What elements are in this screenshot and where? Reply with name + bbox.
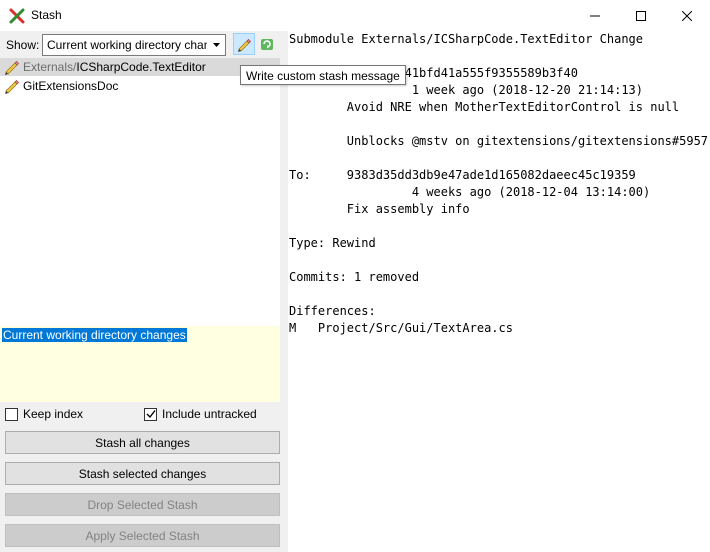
git-extensions-icon — [9, 8, 25, 24]
modified-pencil-icon — [5, 60, 20, 75]
diff-line: Avoid NRE when MotherTextEditorControl i… — [289, 100, 680, 114]
show-select[interactable]: Current working directory changes — [42, 34, 226, 56]
diff-viewer[interactable]: Submodule Externals/ICSharpCode.TextEdit… — [288, 31, 710, 552]
include-untracked-label: Include untracked — [162, 407, 257, 421]
diff-line: Differences: — [289, 304, 376, 318]
close-button[interactable] — [664, 0, 710, 31]
stash-left-panel: Show: Current working directory changes … — [0, 31, 284, 552]
keep-index-checkbox[interactable] — [5, 407, 18, 421]
splitter[interactable] — [280, 31, 288, 552]
modified-pencil-icon — [5, 79, 20, 94]
drop-selected-stash-button[interactable]: Drop Selected Stash — [5, 493, 280, 516]
diff-line: Type: Rewind — [289, 236, 376, 250]
refresh-button[interactable] — [256, 33, 278, 55]
minimize-button[interactable] — [572, 0, 618, 31]
maximize-icon — [636, 10, 646, 21]
title-bar: Stash — [0, 0, 710, 31]
refresh-icon — [261, 39, 273, 50]
file-name: GitExtensionsDoc — [23, 79, 119, 93]
pencil-icon — [238, 38, 252, 52]
write-message-tooltip: Write custom stash message — [240, 65, 406, 85]
write-message-button[interactable] — [233, 33, 255, 55]
window-title: Stash — [31, 8, 62, 22]
stash-message-text: Current working directory changes — [2, 328, 187, 342]
keep-index-option[interactable]: Keep index — [5, 406, 83, 422]
show-label: Show: — [6, 38, 40, 52]
apply-selected-stash-button[interactable]: Apply Selected Stash — [5, 524, 280, 547]
include-untracked-checkbox[interactable] — [144, 407, 157, 421]
stash-selected-button[interactable]: Stash selected changes — [5, 462, 280, 485]
stash-message-textbox[interactable]: Current working directory changes — [0, 326, 280, 402]
diff-line: Unblocks @mstv on gitextensions/gitexten… — [289, 134, 709, 148]
checkmark-icon — [146, 410, 156, 419]
maximize-button[interactable] — [618, 0, 664, 31]
file-name: ICSharpCode.TextEditor — [76, 60, 206, 74]
close-icon — [682, 10, 692, 21]
diff-line: To: 9383d35dd3db9e47ade1d165082daeec45c1… — [289, 168, 636, 182]
include-untracked-option[interactable]: Include untracked — [144, 406, 257, 422]
stash-all-button[interactable]: Stash all changes — [5, 431, 280, 454]
file-item-gitextensionsdoc[interactable]: GitExtensionsDoc — [0, 77, 280, 95]
diff-line: 4 weeks ago (2018-12-04 13:14:00) — [289, 185, 651, 199]
file-item-icsharpcode[interactable]: Externals/ICSharpCode.TextEditor — [0, 58, 280, 76]
diff-line: Fix assembly info — [289, 202, 470, 216]
keep-index-label: Keep index — [23, 407, 84, 421]
changed-files-list[interactable]: Externals/ICSharpCode.TextEditor GitExte… — [0, 58, 280, 326]
file-path-prefix: Externals/ — [23, 60, 77, 74]
diff-line: M Project/Src/Gui/TextArea.cs — [289, 321, 513, 335]
diff-line: Commits: 1 removed — [289, 270, 420, 284]
minimize-icon — [590, 15, 600, 16]
diff-line: Submodule Externals/ICSharpCode.TextEdit… — [289, 32, 644, 46]
show-select-value: Current working directory changes — [47, 38, 207, 52]
chevron-down-icon[interactable] — [208, 35, 225, 55]
